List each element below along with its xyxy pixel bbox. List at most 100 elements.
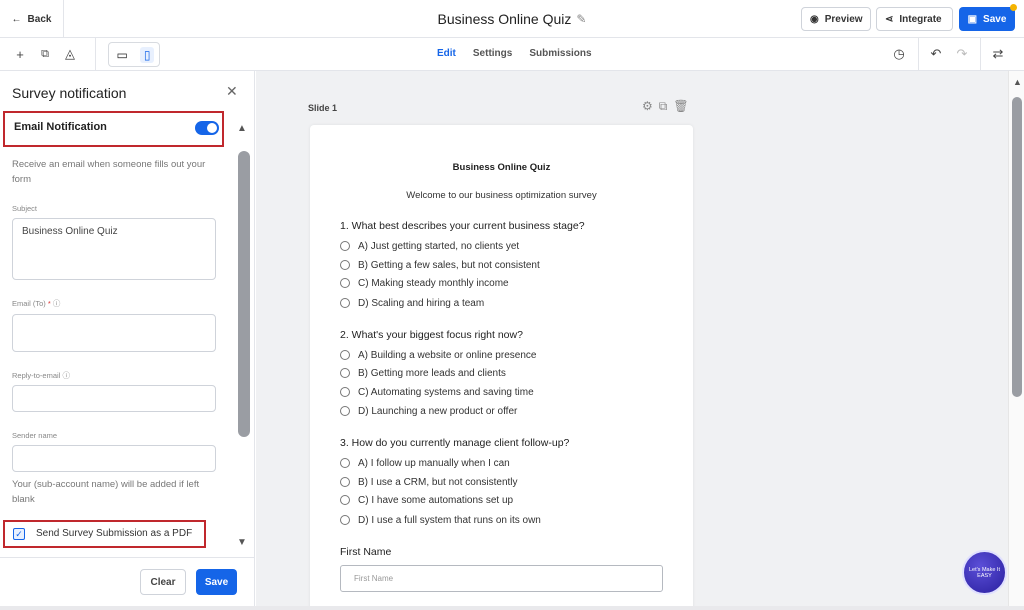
first-name-input[interactable]: First Name <box>340 565 663 592</box>
pdf-option-row: ✓ Send Survey Submission as a PDF <box>3 520 206 548</box>
plus-icon[interactable]: + <box>12 46 28 62</box>
option-label: D) I use a full system that runs on its … <box>358 514 541 526</box>
radio-button[interactable] <box>340 350 350 360</box>
desktop-icon[interactable]: ▭ <box>114 47 131 63</box>
paint-drop-icon[interactable]: ◬ <box>62 46 78 62</box>
radio-button[interactable] <box>340 368 350 378</box>
sender-name-label: Sender name <box>12 431 58 440</box>
divider <box>918 38 919 71</box>
tab-settings[interactable]: Settings <box>473 48 512 59</box>
mobile-icon[interactable]: ▯ <box>139 46 155 63</box>
notification-dot <box>1010 4 1017 11</box>
survey-notification-panel: Survey notification ✕ Email Notification… <box>0 71 255 610</box>
email-notification-label: Email Notification <box>14 121 107 133</box>
trash-icon[interactable]: 🗑 <box>673 99 688 114</box>
reply-to-label: Reply-to-email <box>12 371 61 380</box>
question-1: 1. What best describes your current busi… <box>340 220 585 232</box>
integrate-label: Integrate <box>899 13 942 25</box>
question-2-option-c[interactable]: C) Automating systems and saving time <box>340 385 534 399</box>
sender-name-field[interactable] <box>12 445 216 472</box>
question-2: 2. What's your biggest focus right now? <box>340 329 523 341</box>
question-1-option-a[interactable]: A) Just getting started, no clients yet <box>340 239 519 253</box>
pdf-checkbox[interactable]: ✓ <box>13 528 25 540</box>
email-notification-toggle[interactable] <box>195 121 219 135</box>
question-1-option-c[interactable]: C) Making steady monthly income <box>340 276 509 290</box>
option-label: D) Scaling and hiring a team <box>358 297 485 309</box>
notification-description: Receive an email when someone fills out … <box>12 159 206 185</box>
canvas-scrollbar[interactable]: ▲ <box>1008 71 1024 610</box>
option-label: C) Automating systems and saving time <box>358 386 534 398</box>
email-notification-row: Email Notification <box>3 111 224 147</box>
save-label: Save <box>983 13 1007 25</box>
radio-button[interactable] <box>340 241 350 251</box>
radio-button[interactable] <box>340 495 350 505</box>
first-name-label: First Name <box>340 546 392 558</box>
editor-tabs: Edit Settings Submissions <box>437 48 592 59</box>
subject-field[interactable]: Business Online Quiz <box>12 218 216 280</box>
editor-toolbar: + ⧉ ◬ ▭ ▯ Edit Settings Submissions ◷ ↶ … <box>0 38 1024 71</box>
option-label: B) Getting a few sales, but not consiste… <box>358 259 540 271</box>
question-3-option-a[interactable]: A) I follow up manually when I can <box>340 456 510 470</box>
option-label: B) Getting more leads and clients <box>358 367 506 379</box>
question-2-option-a[interactable]: A) Building a website or online presence <box>340 348 536 362</box>
tab-submissions[interactable]: Submissions <box>529 48 591 59</box>
email-to-field[interactable] <box>12 314 216 352</box>
question-3-option-b[interactable]: B) I use a CRM, but not consistently <box>340 475 518 489</box>
radio-button[interactable] <box>340 278 350 288</box>
info-icon: ⓘ <box>62 371 70 380</box>
option-label: B) I use a CRM, but not consistently <box>358 476 518 488</box>
radio-button[interactable] <box>340 260 350 270</box>
panel-scrollbar[interactable] <box>238 151 250 437</box>
form-name-title[interactable]: Business Online Quiz <box>438 11 572 27</box>
radio-button[interactable] <box>340 477 350 487</box>
editor-canvas: Slide 1 ⚙ ⧉ 🗑 Business Online Quiz Welco… <box>256 71 1008 610</box>
question-3-option-d[interactable]: D) I use a full system that runs on its … <box>340 513 541 527</box>
question-1-option-b[interactable]: B) Getting a few sales, but not consiste… <box>340 258 540 272</box>
question-1-option-d[interactable]: D) Scaling and hiring a team <box>340 296 484 310</box>
top-bar: ← Back Business Online Quiz ✎ ◉ Preview … <box>0 0 1024 38</box>
history-icon[interactable]: ◷ <box>891 46 907 62</box>
redo-icon[interactable]: ↷ <box>954 46 970 62</box>
reply-to-field[interactable] <box>12 385 216 412</box>
canvas-scroll-thumb[interactable] <box>1012 97 1022 397</box>
integrate-button[interactable]: ⋖ Integrate <box>876 7 953 31</box>
radio-button[interactable] <box>340 515 350 525</box>
radio-button[interactable] <box>340 298 350 308</box>
reply-to-label-row: Reply-to-email ⓘ <box>12 370 70 381</box>
option-label: C) I have some automations set up <box>358 494 514 506</box>
scroll-up-icon[interactable]: ▲ <box>237 123 247 134</box>
save-button[interactable]: ▣ Save <box>959 7 1015 31</box>
option-label: A) Just getting started, no clients yet <box>358 240 520 252</box>
panel-save-button[interactable]: Save <box>196 569 237 595</box>
scroll-down-icon[interactable]: ▼ <box>237 537 247 548</box>
divider <box>95 38 96 71</box>
option-label: D) Launching a new product or offer <box>358 405 518 417</box>
pencil-icon[interactable]: ✎ <box>576 12 586 26</box>
bottom-edge <box>0 606 1024 610</box>
back-arrow-icon: ← <box>11 13 22 25</box>
form-title: Business Online Quiz <box>452 162 551 173</box>
question-3-option-c[interactable]: C) I have some automations set up <box>340 493 513 507</box>
copy-icon[interactable]: ⧉ <box>659 99 668 114</box>
preview-button[interactable]: ◉ Preview <box>801 7 871 31</box>
back-button[interactable]: ← Back <box>0 0 64 38</box>
question-2-option-d[interactable]: D) Launching a new product or offer <box>340 404 517 418</box>
subject-value: Business Online Quiz <box>22 226 118 237</box>
preview-label: Preview <box>824 13 863 25</box>
question-2-option-b[interactable]: B) Getting more leads and clients <box>340 366 506 380</box>
clear-button[interactable]: Clear <box>140 569 186 595</box>
swap-icon[interactable]: ⇄ <box>990 46 1006 62</box>
layers-icon[interactable]: ⧉ <box>37 46 53 62</box>
close-icon[interactable]: ✕ <box>226 83 238 100</box>
tab-edit[interactable]: Edit <box>437 48 456 59</box>
question-3: 3. How do you currently manage client fo… <box>340 437 570 449</box>
subject-label: Subject <box>12 204 38 213</box>
radio-button[interactable] <box>340 406 350 416</box>
undo-icon[interactable]: ↶ <box>928 46 944 62</box>
form-preview-card: Business Online Quiz Welcome to our busi… <box>310 125 693 610</box>
radio-button[interactable] <box>340 387 350 397</box>
radio-button[interactable] <box>340 458 350 468</box>
settings-icon[interactable]: ⚙ <box>642 99 653 114</box>
help-badge[interactable]: Let's Make It EASY <box>962 550 1007 595</box>
scroll-up-icon[interactable]: ▲ <box>1013 77 1022 87</box>
